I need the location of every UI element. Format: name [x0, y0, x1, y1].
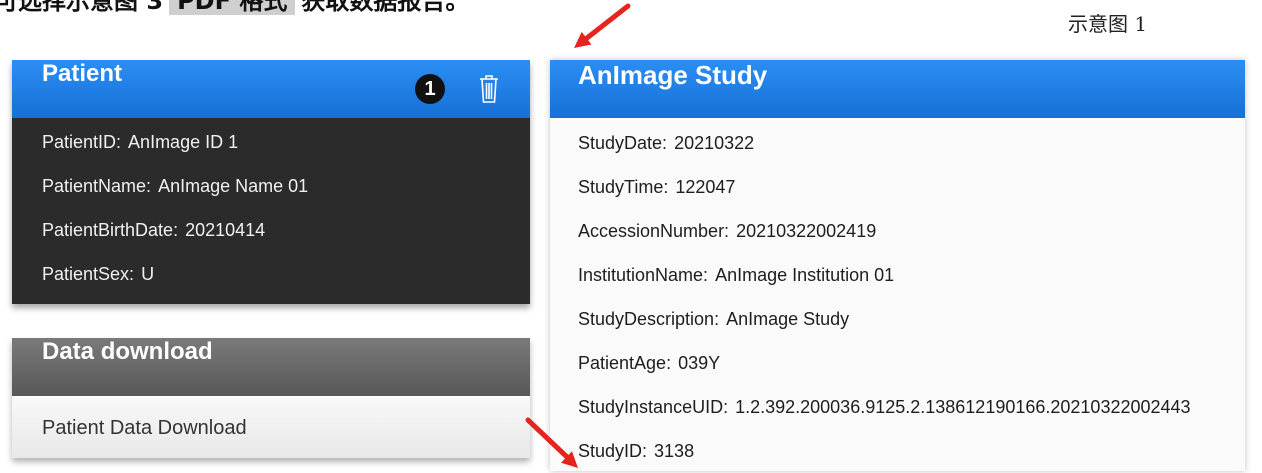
instruction-prefix: 可选择示意图 3 — [0, 0, 164, 15]
patient-field-row: PatientName: AnImage Name 01 — [12, 164, 530, 208]
field-value: AnImage Study — [726, 309, 850, 329]
data-download-title: Data download — [42, 338, 213, 365]
study-fields: StudyDate: 20210322 StudyTime: 122047 Acce… — [550, 118, 1245, 473]
study-field-row: AccessionNumber: 20210322002419 — [550, 209, 1245, 253]
patient-fields: PatientID: AnImage ID 1 PatientName: AnIma… — [12, 118, 530, 304]
field-label: PatientAge: — [578, 353, 672, 373]
patient-card: Patient 1 PatientID: AnImage ID 1 Patient… — [12, 60, 530, 304]
data-download-header: Data download — [12, 338, 530, 396]
field-label: StudyID: — [578, 441, 648, 461]
field-label: AccessionNumber: — [578, 221, 730, 241]
field-value: 3138 — [654, 441, 695, 461]
patient-field-row: PatientBirthDate: 20210414 — [12, 208, 530, 252]
study-field-row: InstitutionName: AnImage Institution 01 — [550, 253, 1245, 297]
study-title: AnImage Study — [578, 60, 768, 90]
figure-label: 示意图 1 — [1068, 12, 1148, 36]
study-card: AnImage Study StudyDate: 20210322 StudyTi… — [550, 60, 1245, 471]
field-label: PatientName: — [42, 176, 152, 196]
study-field-row: PatientAge: 039Y — [550, 341, 1245, 385]
field-value: AnImage Name 01 — [158, 176, 309, 196]
study-header: AnImage Study — [550, 60, 1245, 118]
field-label: PatientID: — [42, 132, 122, 152]
patient-title: Patient — [42, 60, 123, 87]
study-field-row: StudyDate: 20210322 — [550, 121, 1245, 165]
study-field-row: StudyID: 3138 — [550, 429, 1245, 473]
field-value: 20210322 — [674, 133, 755, 153]
field-value: 122047 — [675, 177, 736, 197]
trash-icon[interactable] — [478, 74, 500, 104]
study-field-row: StudyInstanceUID: 1.2.392.200036.9125.2.1… — [550, 385, 1245, 429]
patient-field-row: PatientSex: U — [12, 252, 530, 296]
red-arrow-icon — [574, 3, 631, 48]
patient-field-row: PatientID: AnImage ID 1 — [12, 120, 530, 164]
field-label: StudyInstanceUID: — [578, 397, 729, 417]
field-value: 20210322002419 — [736, 221, 877, 241]
field-label: StudyDescription: — [578, 309, 720, 329]
patient-header: Patient 1 — [12, 60, 530, 118]
field-value: U — [141, 264, 155, 284]
field-value: 20210414 — [185, 220, 266, 240]
instruction-text: 可选择示意图 3 PDF 格式 获取数据报告。 — [0, 0, 470, 17]
patient-count-badge: 1 — [415, 74, 445, 104]
field-label: InstitutionName: — [578, 265, 709, 285]
field-value: AnImage Institution 01 — [715, 265, 895, 285]
instruction-highlight: PDF 格式 — [169, 0, 296, 15]
field-value: 1.2.392.200036.9125.2.138612190166.20210… — [735, 397, 1191, 417]
trash-icon-graphic — [480, 75, 498, 103]
field-value: 039Y — [678, 353, 721, 373]
data-download-card: Data download Patient Data Download — [12, 338, 530, 458]
study-field-row: StudyDescription: AnImage Study — [550, 297, 1245, 341]
field-label: StudyTime: — [578, 177, 669, 197]
instruction-suffix: 获取数据报告。 — [301, 0, 470, 15]
field-value: AnImage ID 1 — [128, 132, 239, 152]
field-label: PatientBirthDate: — [42, 220, 179, 240]
patient-data-download-button[interactable]: Patient Data Download — [12, 396, 530, 458]
field-label: StudyDate: — [578, 133, 668, 153]
field-label: PatientSex: — [42, 264, 135, 284]
study-field-row: StudyTime: 122047 — [550, 165, 1245, 209]
